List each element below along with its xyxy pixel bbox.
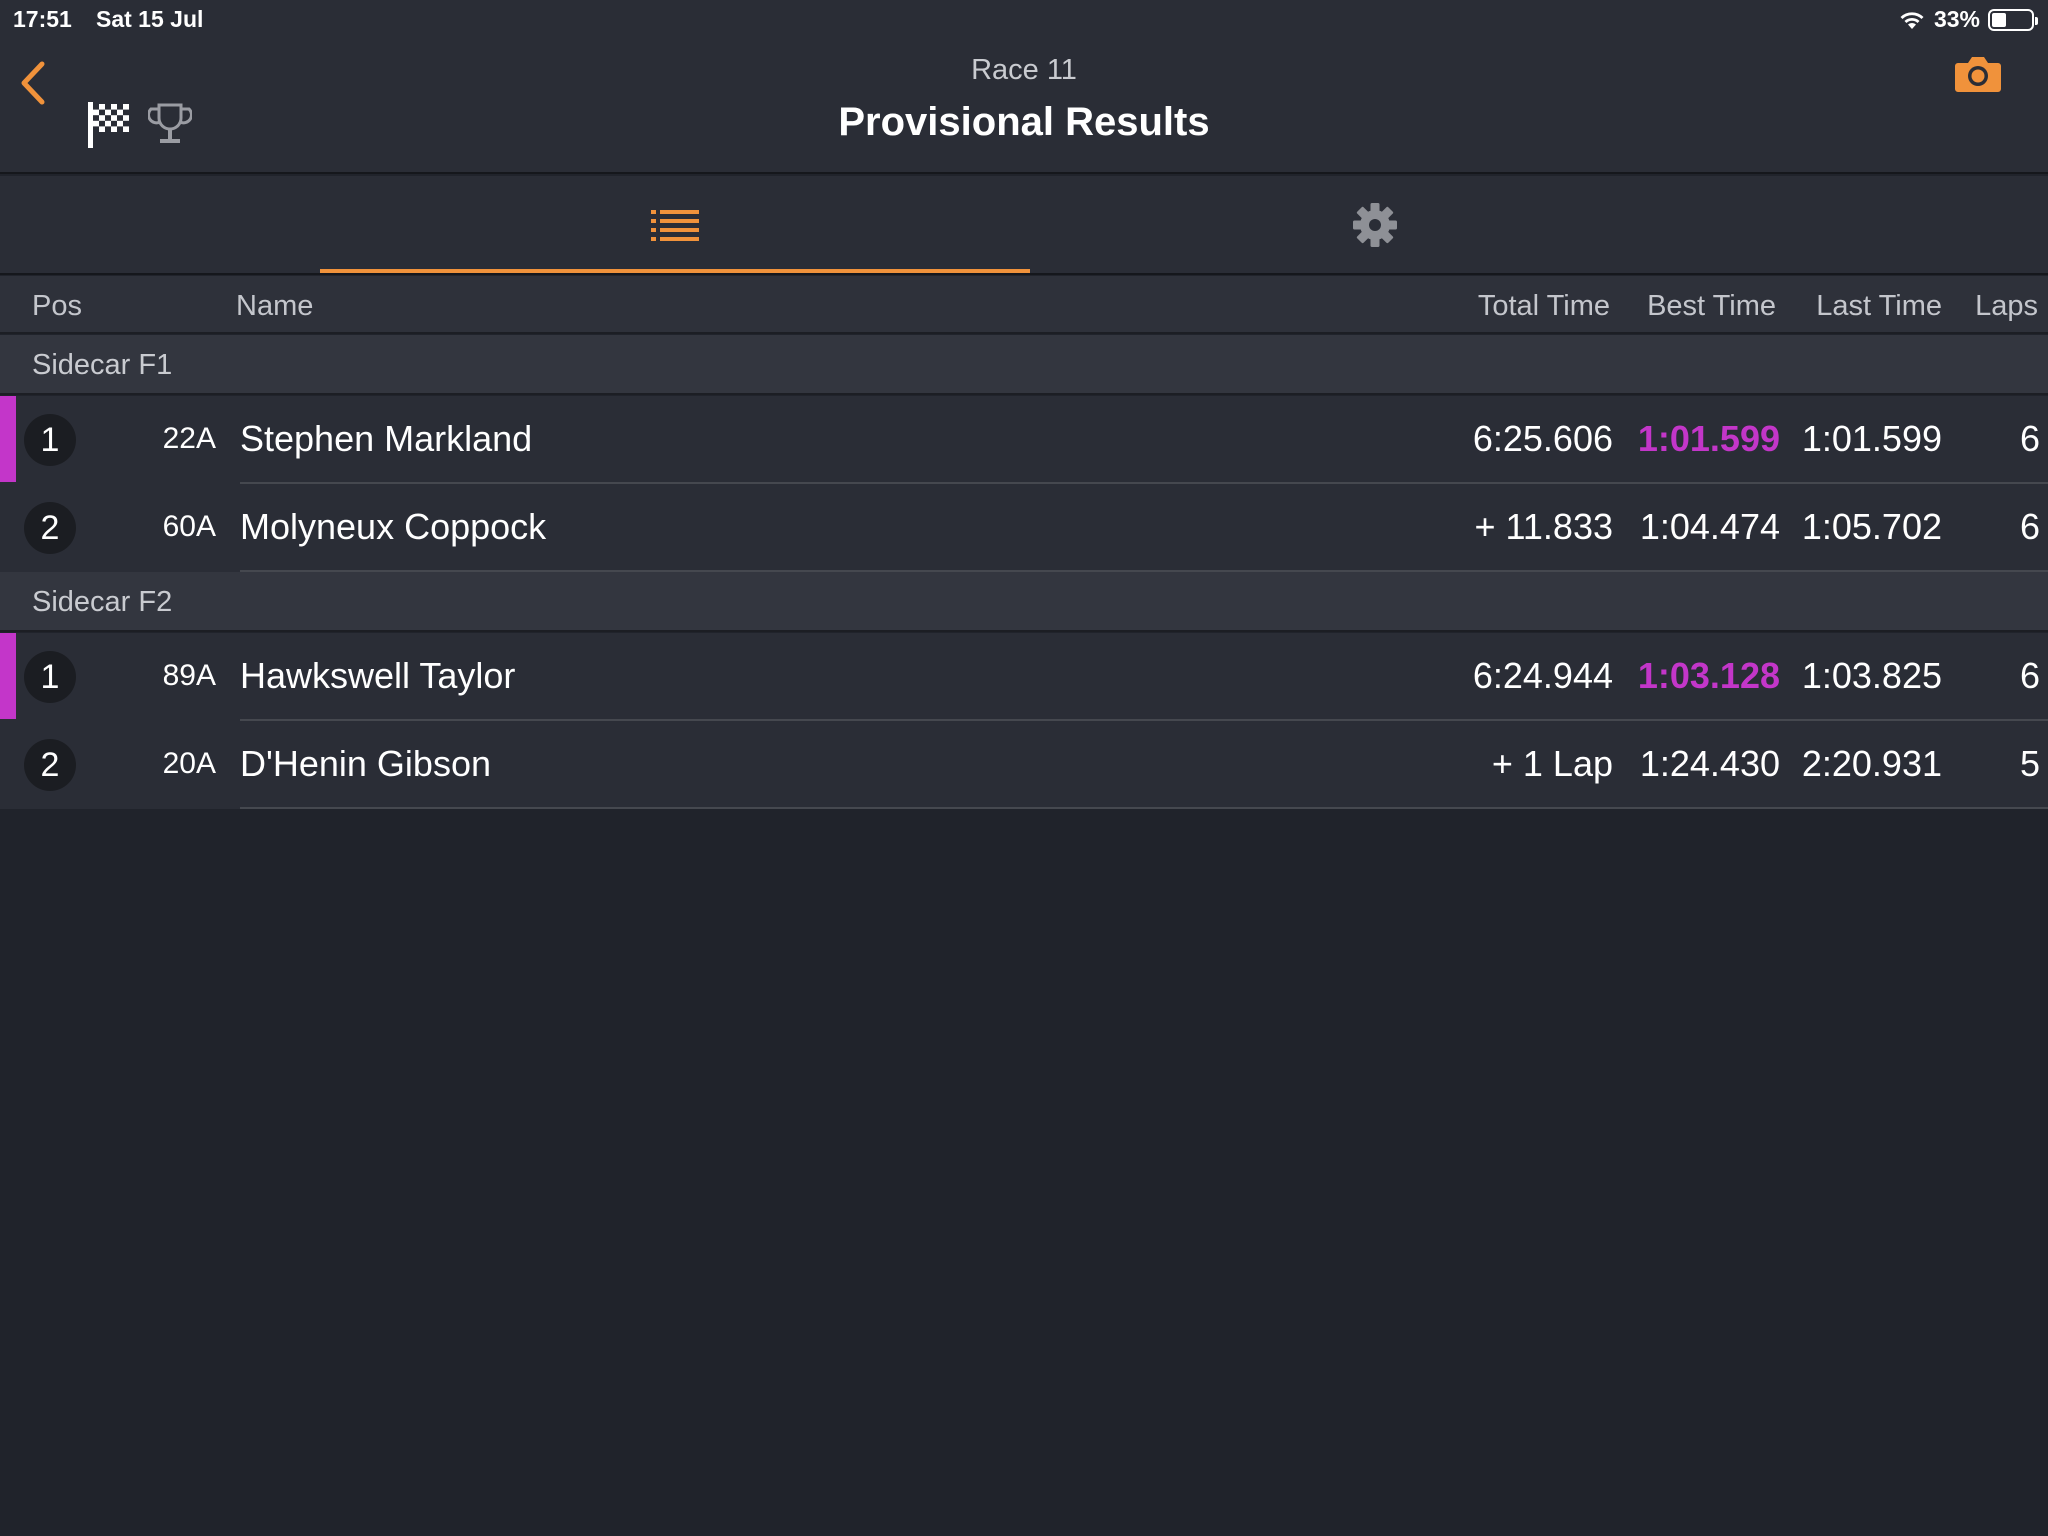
laps-count: 6 [2019, 418, 2040, 459]
tab-settings[interactable] [1020, 176, 1730, 273]
col-header-total-time[interactable]: Total Time [1478, 290, 1610, 323]
status-time: 17:51 [13, 6, 72, 32]
total-time: 6:24.944 [1472, 655, 1613, 696]
col-header-best-time[interactable]: Best Time [1647, 290, 1776, 323]
best-time: 1:24.430 [1639, 743, 1780, 784]
bib-number: 89A [162, 659, 216, 692]
race-subtitle: Race 11 [971, 54, 1077, 86]
total-time: 6:25.606 [1472, 418, 1613, 459]
driver-name: Hawkswell Taylor [240, 655, 516, 696]
camera-icon[interactable] [1954, 54, 2002, 94]
best-time: 1:03.128 [1637, 655, 1780, 696]
class-leader-marker [0, 633, 16, 719]
battery-icon [1988, 8, 2038, 31]
bib-number: 20A [162, 747, 216, 780]
class-group-header: Sidecar F1 [0, 335, 2048, 395]
column-header-row: Pos Name Total Time Best Time Last Time … [0, 276, 2048, 334]
class-group-name: Sidecar F2 [32, 586, 173, 618]
result-row[interactable]: 1 89A Hawkswell Taylor 6:24.944 1:03.128… [0, 633, 2048, 721]
bib-number: 22A [162, 422, 216, 455]
battery-percent: 33% [1933, 6, 1980, 32]
driver-name: Molyneux Coppock [240, 506, 547, 547]
wifi-icon [1900, 11, 1924, 29]
laps-count: 6 [2019, 506, 2040, 547]
battery-nub [2035, 16, 2038, 25]
header-bar: Race 11 Provisional Results [0, 40, 2048, 174]
battery-fill [1992, 12, 2006, 27]
best-time: 1:04.474 [1639, 506, 1780, 547]
col-header-last-time[interactable]: Last Time [1816, 290, 1942, 323]
result-row[interactable]: 2 20A D'Henin Gibson + 1 Lap 1:24.430 2:… [0, 721, 2048, 809]
col-header-pos[interactable]: Pos [32, 290, 82, 323]
active-tab-indicator [320, 269, 1030, 273]
driver-name: D'Henin Gibson [240, 743, 491, 784]
col-header-name[interactable]: Name [236, 290, 313, 323]
result-row[interactable]: 2 60A Molyneux Coppock + 11.833 1:04.474… [0, 484, 2048, 572]
col-header-laps[interactable]: Laps [1975, 290, 2038, 323]
bib-number: 60A [162, 510, 216, 543]
position-badge: 2 [24, 502, 76, 554]
position-badge: 2 [24, 739, 76, 791]
gear-icon [1353, 202, 1397, 247]
position-badge: 1 [24, 651, 76, 703]
last-time: 1:05.702 [1801, 506, 1942, 547]
status-bar: 17:51 Sat 15 Jul 33% [0, 0, 2048, 40]
tab-bar [0, 176, 2048, 275]
status-indicators: 33% [1898, 6, 2038, 33]
result-row[interactable]: 1 22A Stephen Markland 6:25.606 1:01.599… [0, 396, 2048, 484]
class-group-name: Sidecar F1 [32, 349, 173, 381]
page-title: Provisional Results [838, 100, 1210, 144]
status-date: Sat 15 Jul [96, 6, 204, 32]
laps-count: 6 [2019, 655, 2040, 696]
last-time: 1:01.599 [1801, 418, 1942, 459]
last-time: 2:20.931 [1801, 743, 1942, 784]
class-group-header: Sidecar F2 [0, 572, 2048, 632]
laps-count: 5 [2019, 743, 2040, 784]
driver-name: Stephen Markland [240, 418, 533, 459]
total-time: + 1 Lap [1491, 743, 1613, 784]
list-icon [651, 209, 699, 241]
last-time: 1:03.825 [1801, 655, 1942, 696]
total-time: + 11.833 [1474, 506, 1613, 547]
class-leader-marker [0, 396, 16, 482]
tab-results-list[interactable] [320, 176, 1030, 273]
best-time: 1:01.599 [1637, 418, 1780, 459]
position-badge: 1 [24, 414, 76, 466]
row-divider [240, 807, 2048, 809]
